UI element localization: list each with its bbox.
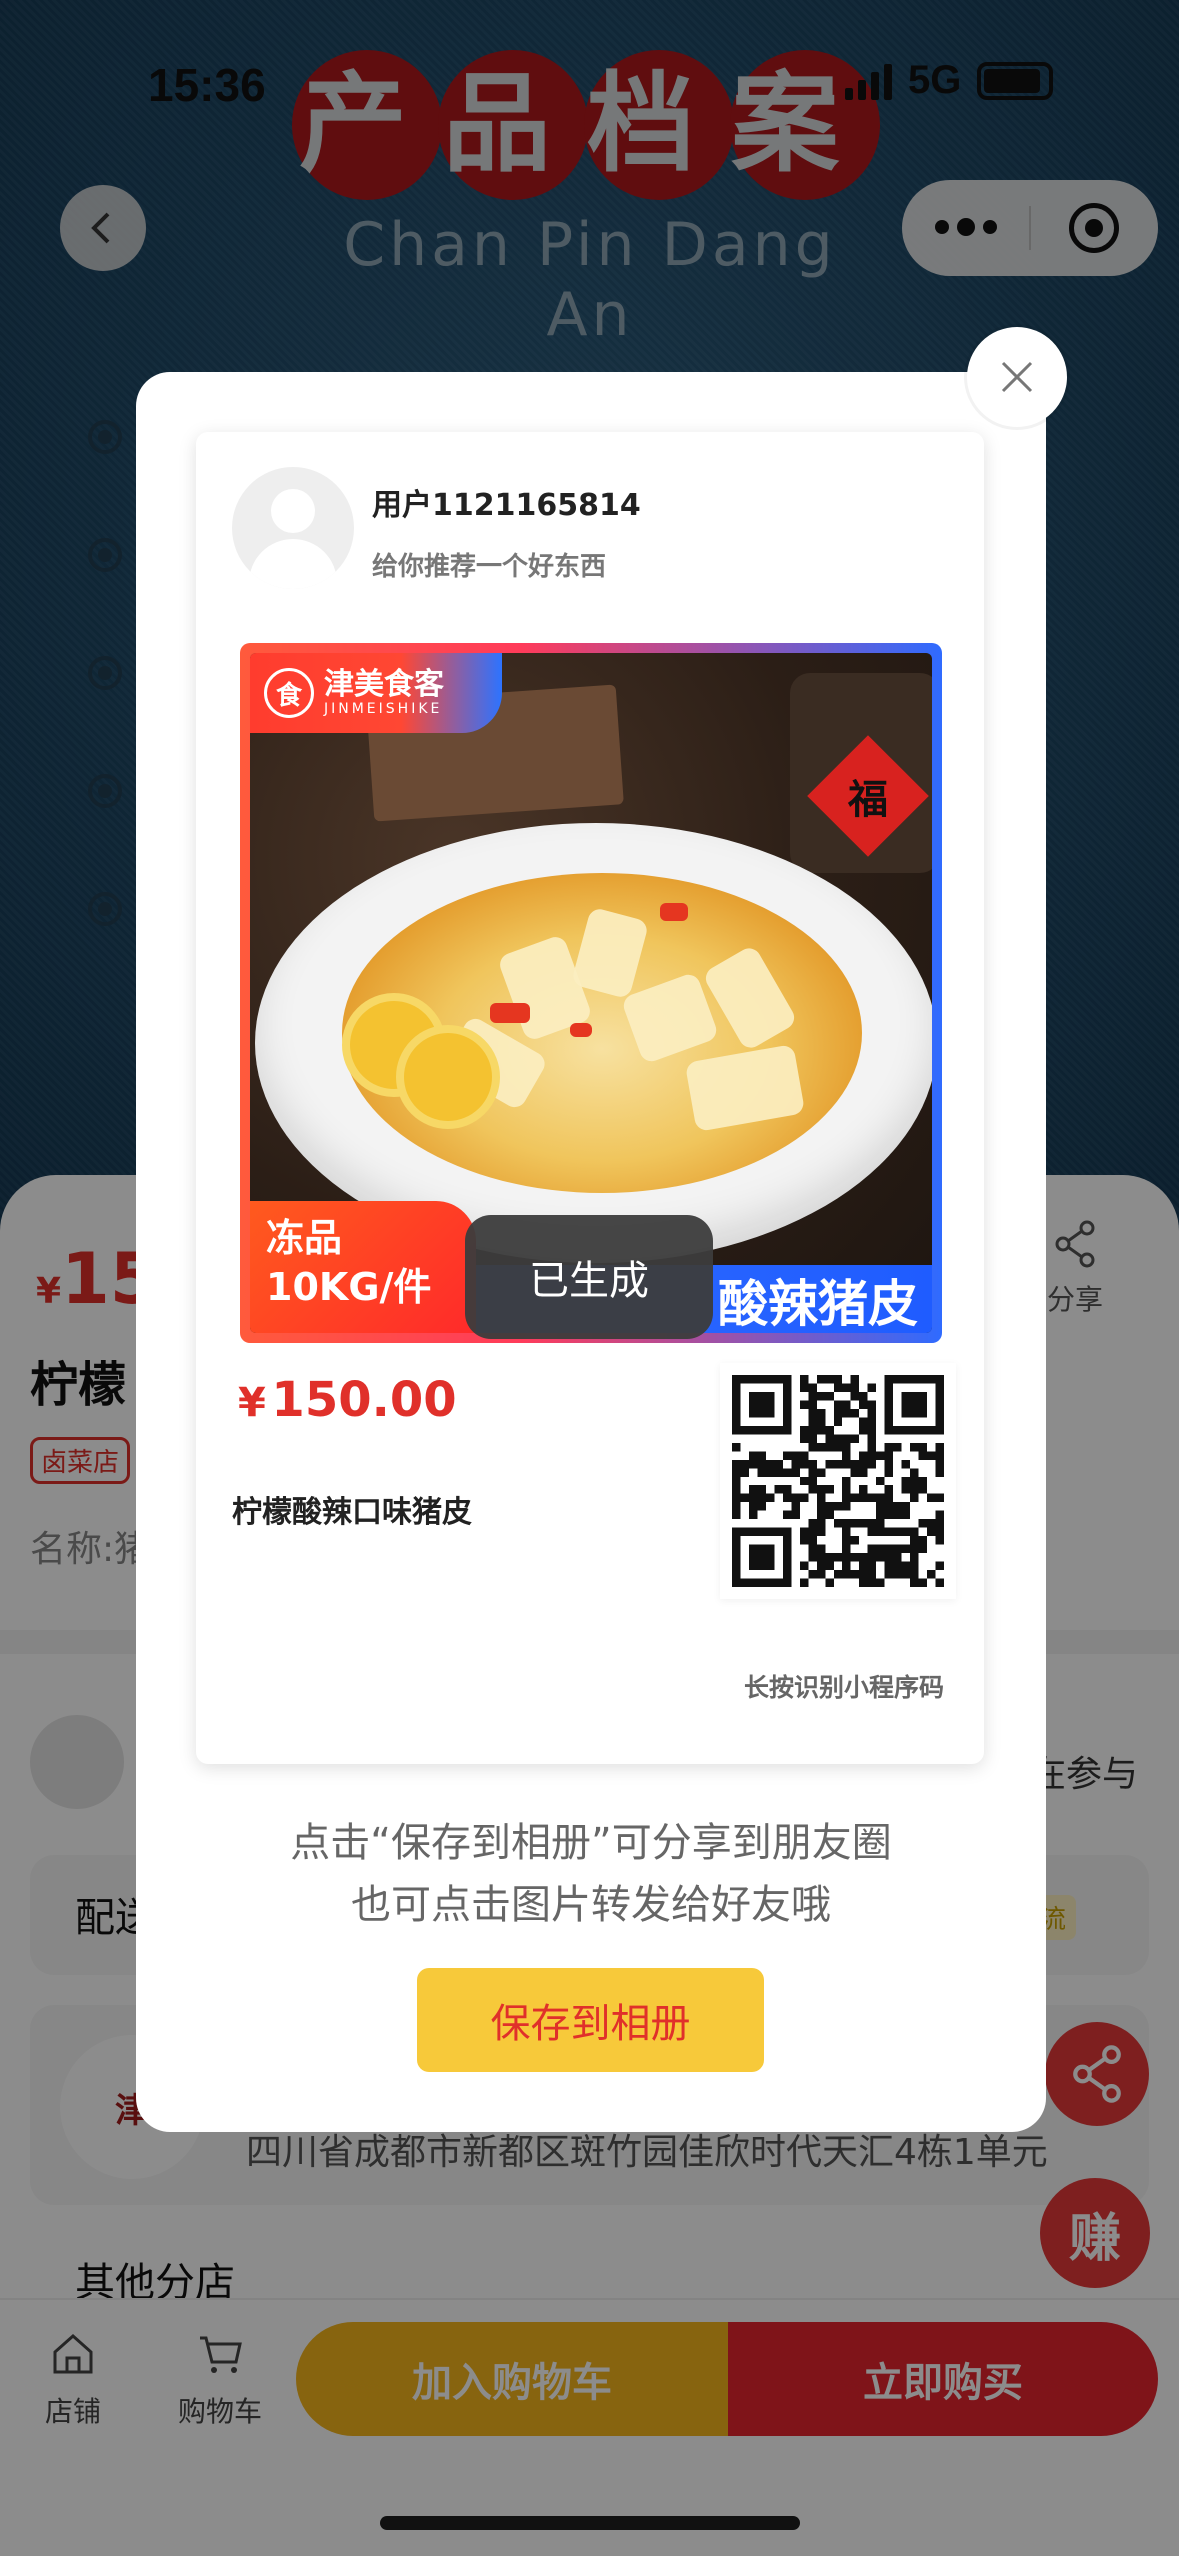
poster-product-name: 柠檬酸辣口味猪皮 bbox=[232, 1495, 472, 1530]
brand-name: 津美食客 bbox=[324, 667, 444, 702]
modal-tip: 点击“保存到相册”可分享到朋友圈 也可点击图片转发给好友哦 bbox=[136, 1812, 1046, 1936]
brand-seal: 食 bbox=[264, 668, 314, 718]
lemon-slice bbox=[396, 1025, 500, 1129]
poster-price: ¥ 150.00 bbox=[238, 1372, 457, 1428]
frozen-badge: 冻品 10KG/件 bbox=[250, 1201, 476, 1333]
save-to-album-button[interactable]: 保存到相册 bbox=[417, 1968, 764, 2072]
tip-line-2: 也可点击图片转发给好友哦 bbox=[351, 1882, 831, 1928]
qr-code[interactable] bbox=[720, 1363, 956, 1599]
poster-recommend-text: 给你推荐一个好东西 bbox=[372, 552, 607, 582]
toast-message: 已生成 bbox=[465, 1215, 713, 1339]
brand-sub: JINMEISHIKE bbox=[324, 701, 443, 717]
home-indicator bbox=[380, 2516, 800, 2530]
tip-line-1: 点击“保存到相册”可分享到朋友圈 bbox=[290, 1820, 892, 1866]
poster-user-name: 用户1121165814 bbox=[372, 488, 641, 523]
qr-hint: 长按识别小程序码 bbox=[743, 1673, 944, 1702]
qr-code-icon bbox=[732, 1375, 944, 1587]
close-modal-button[interactable] bbox=[967, 327, 1067, 427]
user-avatar bbox=[232, 467, 354, 589]
close-icon bbox=[1001, 361, 1033, 393]
brand-badge: 食 津美食客 JINMEISHIKE bbox=[250, 653, 502, 733]
